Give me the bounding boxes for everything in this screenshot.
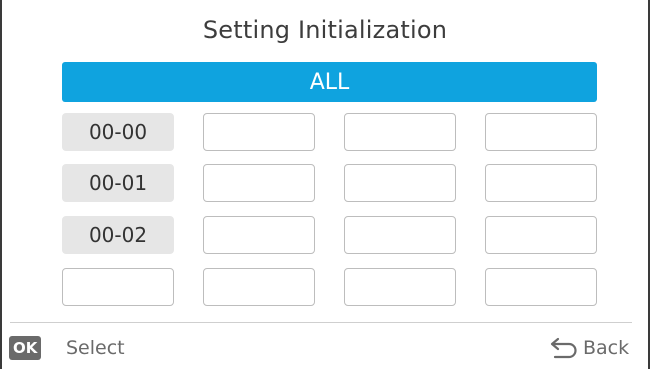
back-arrow-icon[interactable] <box>547 337 579 359</box>
footer-divider <box>10 322 632 323</box>
all-option[interactable]: ALL <box>62 62 597 102</box>
grid-cell-empty[interactable] <box>485 164 597 202</box>
grid-cell-empty[interactable] <box>203 216 315 254</box>
grid-cell-empty[interactable] <box>62 268 174 306</box>
grid-cell-empty[interactable] <box>203 164 315 202</box>
grid-cell-empty[interactable] <box>485 216 597 254</box>
grid-cell-item[interactable]: 00-00 <box>62 113 174 151</box>
screen-frame: Setting Initialization ALL 00-00 00-01 0… <box>0 0 650 369</box>
ok-key-badge: OK <box>9 336 42 360</box>
grid-cell-empty[interactable] <box>344 113 456 151</box>
grid-cell-empty[interactable] <box>344 216 456 254</box>
grid-cell-item[interactable]: 00-02 <box>62 216 174 254</box>
page-title: Setting Initialization <box>202 16 448 44</box>
grid-cell-empty[interactable] <box>485 113 597 151</box>
left-edge <box>0 0 2 369</box>
grid-cell-empty[interactable] <box>344 268 456 306</box>
grid-cell-empty[interactable] <box>485 268 597 306</box>
grid-cell-empty[interactable] <box>203 113 315 151</box>
grid-cell-empty[interactable] <box>344 164 456 202</box>
grid-cell-item[interactable]: 00-01 <box>62 164 174 202</box>
select-hint-label: Select <box>66 337 125 359</box>
grid-cell-empty[interactable] <box>203 268 315 306</box>
back-hint-label[interactable]: Back <box>583 335 629 361</box>
